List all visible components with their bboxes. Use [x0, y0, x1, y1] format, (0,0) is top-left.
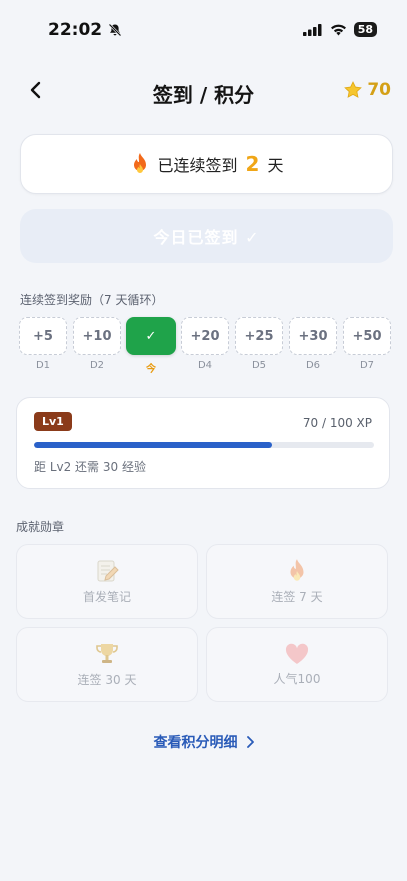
- reward-day-5: +25 D5: [235, 317, 283, 375]
- reward-day-value: +50: [343, 317, 391, 355]
- bell-muted-icon: [108, 23, 122, 37]
- badge-first-note[interactable]: 首发笔记: [16, 544, 198, 619]
- badge-name: 连签 7 天: [271, 590, 323, 604]
- checkin-button[interactable]: 今日已签到 ✓: [20, 209, 393, 263]
- rewards-label: 连续签到奖励（7 天循环）: [20, 293, 164, 307]
- reward-days: +5 D1 +10 D2 ✓ 今 +20 D4 +25 D5 +30 D6 +5…: [19, 317, 391, 375]
- reward-day-value: +5: [19, 317, 67, 355]
- points-detail-link[interactable]: 查看积分明细: [0, 732, 407, 752]
- trophy-icon: [96, 644, 118, 663]
- reward-day-value: +20: [181, 317, 229, 355]
- badge-popularity-100[interactable]: 人气100: [206, 627, 388, 702]
- reward-day-value: +25: [235, 317, 283, 355]
- next-level-text: 距 Lv2 还需 30 经验: [34, 460, 146, 474]
- badge-name: 首发笔记: [82, 590, 131, 604]
- xp-progress-bar: [34, 442, 374, 448]
- reward-day-value: +10: [73, 317, 121, 355]
- reward-day-label: 今: [146, 364, 156, 375]
- badge-streak-30[interactable]: 连签 30 天: [16, 627, 198, 702]
- reward-day-7: +50 D7: [343, 317, 391, 375]
- points-detail-label: 查看积分明细: [153, 735, 238, 751]
- reward-day-1: +5 D1: [19, 317, 67, 375]
- streak-prefix: 已连续签到: [157, 156, 238, 175]
- badge-streak-7[interactable]: 连签 7 天: [206, 544, 388, 619]
- wifi-icon: [330, 24, 346, 35]
- reward-day-label: D5: [251, 360, 267, 371]
- badges-label: 成就勋章: [16, 520, 65, 534]
- reward-day-label: D2: [89, 360, 105, 371]
- status-time: 22:02: [48, 20, 103, 40]
- reward-day-label: D6: [305, 360, 321, 371]
- memo-icon: [97, 560, 119, 582]
- streak-suffix: 天: [267, 156, 284, 175]
- badge-name: 人气100: [273, 672, 321, 686]
- reward-day-label: D4: [197, 360, 213, 371]
- status-time-group: 22:02: [48, 20, 122, 40]
- star-icon: [344, 81, 363, 98]
- status-bar: 22:02 58: [0, 0, 407, 58]
- reward-day-label: D1: [35, 360, 51, 371]
- reward-day-today: ✓ 今: [126, 317, 176, 375]
- streak-card: 已连续签到 2 天: [20, 134, 393, 194]
- fire-icon: [290, 559, 304, 581]
- xp-progress-fill: [34, 442, 272, 448]
- signal-icon: [302, 23, 322, 36]
- nav-bar: 签到 / 积分 70: [0, 70, 407, 114]
- chevron-right-icon: [246, 736, 254, 748]
- reward-day-label: D7: [359, 360, 375, 371]
- streak-count: 2: [245, 152, 260, 176]
- reward-day-6: +30 D6: [289, 317, 337, 375]
- status-indicators: 58: [302, 22, 377, 37]
- heart-icon: [285, 643, 309, 664]
- battery-indicator: 58: [353, 22, 377, 37]
- reward-day-checked: ✓: [126, 317, 176, 355]
- reward-day-4: +20 D4: [181, 317, 229, 375]
- badge-name: 连签 30 天: [77, 673, 137, 687]
- fire-icon: [133, 153, 146, 173]
- points-display[interactable]: 70: [343, 80, 391, 100]
- points-value: 70: [367, 80, 391, 100]
- xp-text: 70 / 100 XP: [302, 416, 372, 430]
- level-card: Lv1 70 / 100 XP 距 Lv2 还需 30 经验: [16, 397, 390, 489]
- reward-day-value: +30: [289, 317, 337, 355]
- level-badge: Lv1: [34, 412, 72, 431]
- reward-day-2: +10 D2: [73, 317, 121, 375]
